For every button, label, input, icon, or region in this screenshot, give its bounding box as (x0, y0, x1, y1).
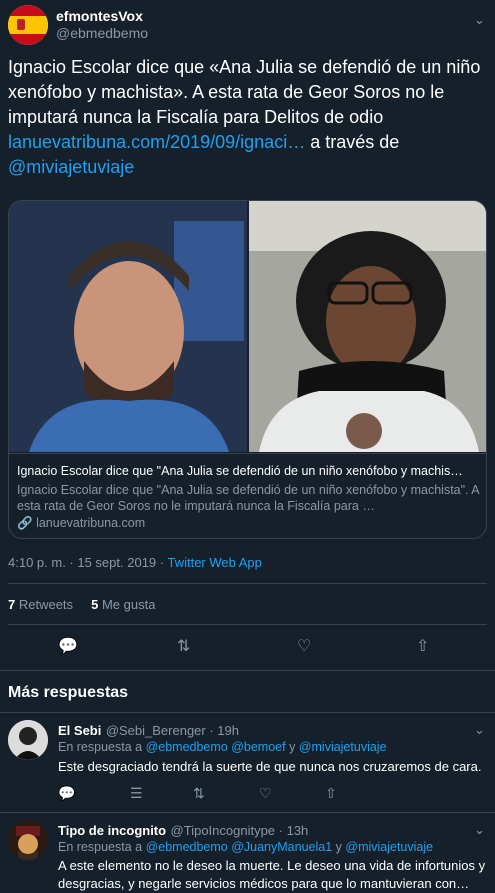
author-handle[interactable]: @ebmedbemo (56, 25, 148, 41)
tweet-via: a través de (305, 132, 400, 152)
reply-icon[interactable]: 💬 (58, 636, 78, 656)
reply-to-2[interactable]: @miviajetuviaje (345, 840, 433, 854)
section-title: Más respuestas (8, 684, 129, 701)
card-image-right-art (249, 201, 486, 452)
reply-context: En respuesta a @ebmedbemo @bemoef y @miv… (58, 740, 387, 754)
reply-handle[interactable]: @TipoIncognitype · 13h (171, 823, 309, 838)
tweet-body: Ignacio Escolar dice que «Ana Julia se d… (8, 57, 481, 127)
reply-context: En respuesta a @ebmedbemo @JuanyManuela1… (58, 840, 433, 854)
reply-and: y (285, 740, 299, 754)
link-card[interactable]: Ignacio Escolar dice que "Ana Julia se d… (8, 200, 487, 539)
tweet-text: Ignacio Escolar dice que «Ana Julia se d… (8, 55, 488, 180)
divider (8, 583, 487, 584)
chevron-down-icon[interactable]: ⌄ (474, 12, 485, 28)
flag-stripe-middle (8, 16, 48, 34)
reply-to-2[interactable]: @miviajetuviaje (299, 740, 387, 754)
reply-to[interactable]: @ebmedbemo @JuanyManuela1 (146, 840, 333, 854)
reply-and: y (332, 840, 346, 854)
divider (0, 670, 495, 671)
likes-stat[interactable]: 5 Me gusta (91, 597, 155, 612)
reply-prefix: En respuesta a (58, 740, 146, 754)
reply-name[interactable]: Tipo de incognito (58, 823, 166, 838)
reply-avatar[interactable] (8, 720, 48, 760)
share-icon[interactable]: ⇧ (325, 785, 337, 802)
tweet-source[interactable]: Twitter Web App (167, 555, 261, 570)
divider (8, 624, 487, 625)
card-domain-text: lanuevatribuna.com (36, 516, 146, 530)
reply-avatar[interactable] (8, 820, 48, 860)
link-icon: 🔗 (17, 516, 33, 530)
card-image-left-art (9, 201, 247, 452)
reply-icon[interactable]: 💬 (58, 785, 75, 802)
flag-stripe-bottom (8, 34, 48, 45)
reply-to[interactable]: @ebmedbemo @bemoef (146, 740, 286, 754)
card-image-right (249, 201, 486, 452)
like-icon[interactable]: ♡ (259, 785, 272, 802)
author-avatar[interactable] (8, 5, 48, 45)
divider (0, 712, 495, 713)
stack-icon[interactable]: ☰ (130, 785, 143, 802)
reply-avatar-art (8, 720, 48, 760)
retweets-label: Retweets (15, 597, 74, 612)
card-title[interactable]: Ignacio Escolar dice que "Ana Julia se d… (17, 464, 479, 478)
reply-header: Tipo de incognito @TipoIncognitype · 13h (58, 822, 308, 840)
chevron-down-icon[interactable]: ⌄ (474, 722, 485, 738)
retweets-stat[interactable]: 7 Retweets (8, 597, 73, 612)
card-meta[interactable]: Ignacio Escolar dice que "Ana Julia se d… (9, 453, 486, 538)
timestamp-text: 4:10 p. m. · 15 sept. 2019 · (8, 555, 168, 570)
flag-crest (17, 19, 25, 30)
reply-text: A este elemento no le deseo la muerte. L… (58, 858, 486, 891)
retweet-icon[interactable]: ⇅ (193, 785, 205, 802)
retweet-icon[interactable]: ⇅ (177, 636, 190, 656)
reply-text: Este desgraciado tendrá la suerte de que… (58, 759, 482, 774)
card-image-left (9, 201, 247, 452)
chevron-down-icon[interactable]: ⌄ (474, 822, 485, 838)
flag-stripe-top (8, 5, 48, 16)
card-domain: 🔗 lanuevatribuna.com (17, 516, 145, 531)
reply-prefix: En respuesta a (58, 840, 146, 854)
author-name[interactable]: efmontesVox (56, 8, 143, 24)
share-icon[interactable]: ⇧ (416, 636, 429, 656)
reply-avatar-art (8, 820, 48, 860)
likes-label: Me gusta (98, 597, 156, 612)
tweet-link[interactable]: lanuevatribuna.com/2019/09/ignaci… (8, 132, 305, 152)
tweet-timestamp: 4:10 p. m. · 15 sept. 2019 · Twitter Web… (8, 555, 262, 570)
card-description: Ignacio Escolar dice que "Ana Julia se d… (17, 483, 479, 513)
divider (0, 812, 495, 813)
reply-handle[interactable]: @Sebi_Berenger · 19h (106, 723, 239, 738)
reply-name[interactable]: El Sebi (58, 723, 101, 738)
reply-header: El Sebi @Sebi_Berenger · 19h (58, 722, 239, 740)
like-icon[interactable]: ♡ (297, 636, 311, 656)
tweet-stats: 7 Retweets 5 Me gusta (8, 597, 155, 612)
tweet-mention[interactable]: @miviajetuviaje (8, 157, 134, 177)
